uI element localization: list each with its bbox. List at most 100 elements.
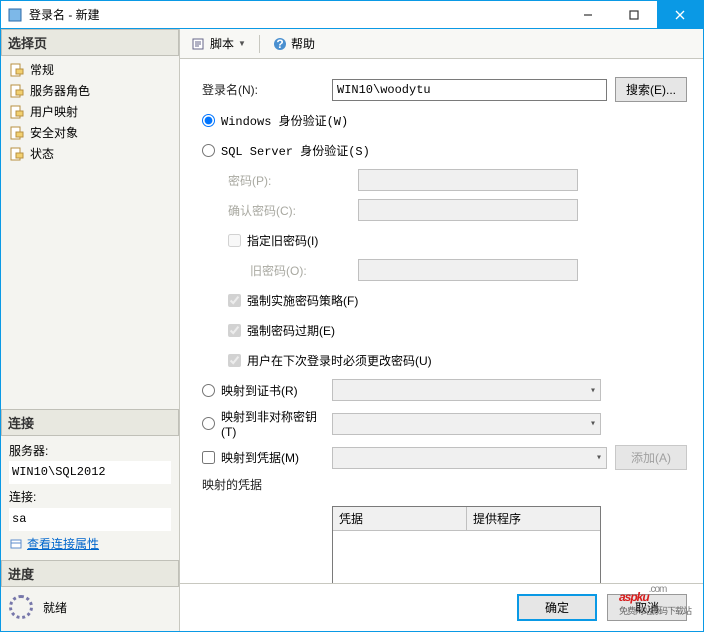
auth-sql-radio[interactable] <box>202 144 215 157</box>
server-label: 服务器: <box>9 442 171 461</box>
confirm-password-input <box>358 199 578 221</box>
svg-text:?: ? <box>276 37 283 51</box>
nav-general[interactable]: 常规 <box>1 59 179 80</box>
view-connection-properties-link[interactable]: 查看连接属性 <box>27 535 99 554</box>
nav-securables[interactable]: 安全对象 <box>1 122 179 143</box>
map-cred-select <box>332 447 607 469</box>
toolbar-separator <box>259 35 260 53</box>
map-cred-row: 映射到凭据(M) 添加(A) <box>202 445 687 470</box>
credentials-grid[interactable]: 凭据 提供程序 <box>332 506 601 583</box>
ok-button[interactable]: 确定 <box>517 594 597 621</box>
password-input <box>358 169 578 191</box>
connection-panel: 连接 服务器: WIN10\SQL2012 连接: sa 查看连接属性 进度 就… <box>1 409 179 631</box>
page-icon <box>9 83 25 99</box>
help-label: 帮助 <box>291 35 315 52</box>
enforce-expire-row: 强制密码过期(E) <box>202 318 687 342</box>
enforce-policy-row: 强制实施密码策略(F) <box>202 288 687 312</box>
form-area: 登录名(N): 搜索(E)... Windows 身份验证(W) SQL Ser… <box>180 59 703 583</box>
maximize-button[interactable] <box>611 1 657 29</box>
minimize-button[interactable] <box>565 1 611 29</box>
close-button[interactable] <box>657 1 703 29</box>
nav-label: 服务器角色 <box>30 82 90 99</box>
help-icon: ? <box>273 37 287 51</box>
auth-windows-radio[interactable] <box>202 114 215 127</box>
page-icon <box>9 125 25 141</box>
script-icon <box>192 37 206 51</box>
script-label: 脚本 <box>210 35 234 52</box>
map-cred-label: 映射到凭据(M) <box>221 449 299 466</box>
password-label: 密码(P): <box>228 172 358 189</box>
nav-label: 安全对象 <box>30 124 78 141</box>
progress-header: 进度 <box>1 560 179 587</box>
must-change-row: 用户在下次登录时必须更改密码(U) <box>202 348 687 372</box>
mapped-creds-label: 映射的凭据 <box>202 476 332 493</box>
page-icon <box>9 146 25 162</box>
login-name-label: 登录名(N): <box>202 81 332 98</box>
cancel-button[interactable]: 取消 <box>607 594 687 621</box>
dialog-body: 选择页 常规 服务器角色 用户映射 安全对象 状态 连接 服务器: WIN10\… <box>1 29 703 631</box>
chevron-down-icon: ▼ <box>238 39 246 48</box>
auth-sql-label: SQL Server 身份验证(S) <box>221 142 370 159</box>
help-button[interactable]: ? 帮助 <box>269 33 319 54</box>
connection-header: 连接 <box>1 409 179 436</box>
password-row: 密码(P): <box>202 168 687 192</box>
map-asym-label: 映射到非对称密钥(T) <box>221 408 332 439</box>
link-icon <box>9 537 23 551</box>
page-nav: 常规 服务器角色 用户映射 安全对象 状态 <box>1 56 179 167</box>
dialog-window: 登录名 - 新建 选择页 常规 服务器角色 用户映射 安全对象 状态 连接 <box>0 0 704 632</box>
main-panel: 脚本 ▼ ? 帮助 登录名(N): 搜索(E)... Windows 身份验证(… <box>180 29 703 631</box>
app-icon <box>7 7 23 23</box>
specify-old-pwd-row: 指定旧密码(I) <box>202 228 687 252</box>
mapped-creds-row: 映射的凭据 <box>202 476 687 500</box>
must-change-label: 用户在下次登录时必须更改密码(U) <box>247 352 432 369</box>
auth-windows-label: Windows 身份验证(W) <box>221 112 348 129</box>
auth-sql-row: SQL Server 身份验证(S) <box>202 138 687 162</box>
login-name-input[interactable] <box>332 79 607 101</box>
nav-label: 用户映射 <box>30 103 78 120</box>
map-asym-row: 映射到非对称密钥(T) <box>202 408 687 439</box>
nav-status[interactable]: 状态 <box>1 143 179 164</box>
col-cred: 凭据 <box>333 507 467 530</box>
footer: 确定 取消 aspku.com 免费网站源码下载站 <box>180 583 703 631</box>
script-button[interactable]: 脚本 ▼ <box>188 33 250 54</box>
map-cert-label: 映射到证书(R) <box>221 382 298 399</box>
select-page-header: 选择页 <box>1 29 179 56</box>
map-cert-row: 映射到证书(R) <box>202 378 687 402</box>
sidebar: 选择页 常规 服务器角色 用户映射 安全对象 状态 连接 服务器: WIN10\… <box>1 29 180 631</box>
page-icon <box>9 104 25 120</box>
connection-value: sa <box>9 508 171 531</box>
status-row: 就绪 <box>1 587 179 627</box>
enforce-policy-label: 强制实施密码策略(F) <box>247 292 358 309</box>
specify-old-pwd-label: 指定旧密码(I) <box>247 232 318 249</box>
grid-header: 凭据 提供程序 <box>333 507 600 531</box>
login-name-row: 登录名(N): 搜索(E)... <box>202 77 687 102</box>
old-password-row: 旧密码(O): <box>202 258 687 282</box>
progress-spinner-icon <box>9 595 33 619</box>
connection-body: 服务器: WIN10\SQL2012 连接: sa 查看连接属性 <box>1 436 179 560</box>
map-cert-select <box>332 379 601 401</box>
map-asym-select <box>332 413 601 435</box>
map-cert-radio[interactable] <box>202 384 215 397</box>
specify-old-pwd-checkbox <box>228 234 241 247</box>
nav-user-mapping[interactable]: 用户映射 <box>1 101 179 122</box>
must-change-checkbox <box>228 354 241 367</box>
col-provider: 提供程序 <box>467 507 600 530</box>
nav-label: 常规 <box>30 61 54 78</box>
map-asym-radio[interactable] <box>202 417 215 430</box>
auth-windows-row: Windows 身份验证(W) <box>202 108 687 132</box>
enforce-expire-label: 强制密码过期(E) <box>247 322 335 339</box>
toolbar: 脚本 ▼ ? 帮助 <box>180 29 703 59</box>
old-password-input <box>358 259 578 281</box>
map-cred-checkbox[interactable] <box>202 451 215 464</box>
page-icon <box>9 62 25 78</box>
add-cred-button: 添加(A) <box>615 445 687 470</box>
connection-label: 连接: <box>9 488 171 507</box>
enforce-policy-checkbox <box>228 294 241 307</box>
nav-label: 状态 <box>30 145 54 162</box>
search-button[interactable]: 搜索(E)... <box>615 77 687 102</box>
confirm-password-label: 确认密码(C): <box>228 202 358 219</box>
enforce-expire-checkbox <box>228 324 241 337</box>
confirm-password-row: 确认密码(C): <box>202 198 687 222</box>
nav-server-roles[interactable]: 服务器角色 <box>1 80 179 101</box>
window-title: 登录名 - 新建 <box>29 6 565 23</box>
